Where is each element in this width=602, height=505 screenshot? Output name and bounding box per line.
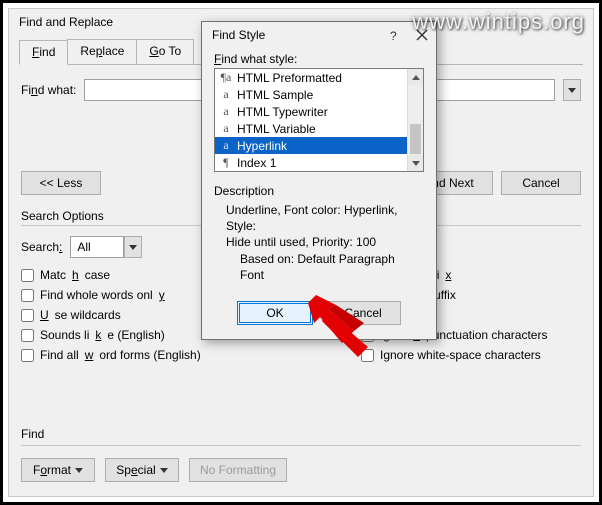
- find-what-label: Find what:: [21, 83, 76, 97]
- ok-button[interactable]: OK: [237, 301, 313, 325]
- tab-replace[interactable]: Replace: [67, 39, 137, 64]
- find-style-dialog: Find Style ? Find what style: ¶aHTML Pre…: [201, 21, 437, 340]
- list-item-selected[interactable]: aHyperlink: [215, 137, 407, 154]
- close-icon[interactable]: [416, 29, 428, 41]
- chevron-down-icon: [129, 245, 137, 250]
- tab-goto[interactable]: Go To: [136, 39, 194, 64]
- less-button[interactable]: << Less: [21, 171, 101, 195]
- chevron-down-icon: [568, 88, 576, 93]
- paragraph-icon: ¶: [219, 155, 233, 170]
- help-icon[interactable]: ?: [390, 28, 402, 42]
- description-label: Description: [214, 184, 424, 198]
- format-button[interactable]: Format: [21, 458, 95, 482]
- style-listbox[interactable]: ¶aHTML Preformatted aHTML Sample aHTML T…: [214, 68, 424, 172]
- description-text: Underline, Font color: Hyperlink, Style:…: [214, 198, 424, 283]
- svg-text:?: ?: [390, 29, 397, 42]
- list-item[interactable]: ¶Index 1: [215, 154, 407, 171]
- char-style-icon: a: [219, 121, 233, 136]
- modal-cancel-button[interactable]: Cancel: [325, 301, 401, 325]
- search-direction-dropdown[interactable]: [124, 236, 142, 258]
- list-item[interactable]: ¶aHTML Preformatted: [215, 69, 407, 86]
- special-button[interactable]: Special: [105, 458, 179, 482]
- scroll-thumb[interactable]: [410, 124, 421, 154]
- ignore-whitespace-checkbox[interactable]: Ignore white-space characters: [361, 348, 581, 362]
- char-style-icon: a: [219, 104, 233, 119]
- list-item[interactable]: aHTML Variable: [215, 120, 407, 137]
- search-direction-label: Search:: [21, 240, 62, 254]
- all-word-forms-checkbox[interactable]: Find all word forms (English): [21, 348, 321, 362]
- scroll-up-button[interactable]: [408, 69, 423, 85]
- chevron-down-icon: [160, 468, 168, 473]
- list-item[interactable]: aHTML Sample: [215, 86, 407, 103]
- char-style-icon: a: [219, 138, 233, 153]
- scroll-down-button[interactable]: [408, 155, 423, 171]
- paragraph-icon: ¶a: [219, 70, 233, 85]
- find-what-dropdown[interactable]: [563, 79, 581, 101]
- cancel-button[interactable]: Cancel: [501, 171, 581, 195]
- modal-titlebar[interactable]: Find Style ?: [202, 22, 436, 48]
- tab-find[interactable]: Find: [19, 40, 68, 65]
- find-group-label: Find: [21, 427, 581, 441]
- char-style-icon: a: [219, 87, 233, 102]
- chevron-down-icon: [75, 468, 83, 473]
- search-direction-select[interactable]: All: [70, 236, 124, 258]
- list-item[interactable]: aHTML Typewriter: [215, 103, 407, 120]
- no-formatting-button[interactable]: No Formatting: [189, 458, 287, 482]
- scrollbar[interactable]: [407, 69, 423, 171]
- find-what-style-label: Find what style:: [214, 52, 424, 66]
- modal-title: Find Style: [212, 28, 265, 42]
